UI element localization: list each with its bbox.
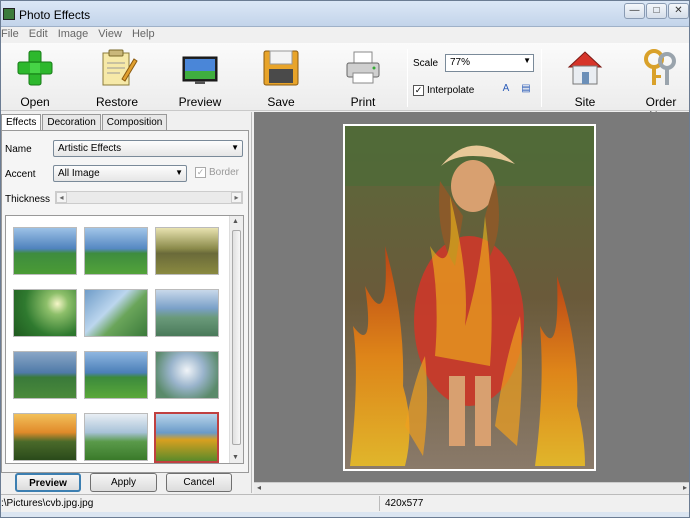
app-icon: [3, 8, 15, 20]
arrow-down-icon[interactable]: ▼: [232, 454, 239, 461]
apply-button[interactable]: Apply: [90, 473, 157, 492]
thickness-label: Thickness: [5, 194, 51, 205]
tab-strip: Effects Decoration Composition: [1, 114, 168, 131]
site-label: Site: [574, 95, 596, 109]
effect-thumbnail[interactable]: [84, 351, 148, 399]
scale-label: Scale: [413, 58, 439, 69]
edited-photo[interactable]: [345, 126, 594, 469]
window-title: Photo Effects: [19, 8, 91, 22]
left-panel: Effects Decoration Composition Name Arti…: [1, 112, 252, 493]
checkbox-disabled-icon: ✓: [195, 167, 206, 178]
restore-label: Restore: [95, 95, 139, 109]
accent-label: Accent: [5, 169, 36, 180]
tab-decoration[interactable]: Decoration: [42, 114, 101, 130]
accent-value: All Image: [58, 168, 100, 179]
keys-icon: [644, 49, 676, 85]
gallery-scrollbar[interactable]: ▲ ▼: [229, 216, 243, 463]
chevron-down-icon: ▼: [231, 143, 239, 152]
menu-bar: File Edit Image View Help: [1, 27, 689, 43]
menu-file[interactable]: File: [1, 27, 24, 43]
page-icon[interactable]: ▤: [519, 83, 533, 97]
preview-icon: [182, 56, 218, 84]
image-viewer: [254, 112, 689, 482]
checkbox-checked-icon: ✓: [413, 85, 424, 96]
arrow-up-icon[interactable]: ▲: [232, 218, 239, 225]
status-image-size: 420x577: [385, 498, 424, 509]
chevron-down-icon: ▼: [523, 56, 531, 65]
save-label: Save: [267, 95, 295, 109]
print-button[interactable]: Print: [341, 47, 385, 109]
effect-thumbnail[interactable]: [84, 289, 148, 337]
printer-icon: [346, 51, 380, 84]
floppy-icon: [263, 50, 299, 86]
thickness-slider[interactable]: ◂ ▸: [55, 191, 243, 204]
site-button[interactable]: Site: [563, 47, 607, 109]
effect-thumbnail[interactable]: [155, 227, 219, 275]
border-checkbox[interactable]: ✓ Border: [195, 167, 239, 178]
cancel-button[interactable]: Cancel: [166, 473, 232, 492]
effect-thumbnail[interactable]: [155, 289, 219, 337]
scale-value: 77%: [450, 57, 471, 68]
name-value: Artistic Effects: [58, 143, 122, 154]
print-label: Print: [350, 95, 376, 109]
effect-thumbnail[interactable]: [84, 227, 148, 275]
name-label: Name: [5, 144, 32, 155]
restore-icon: [102, 49, 138, 86]
viewer-horizontal-scrollbar[interactable]: ◂ ▸: [254, 482, 689, 494]
scroll-thumb[interactable]: [232, 230, 241, 445]
arrow-right-icon[interactable]: ▸: [231, 192, 242, 203]
border-label: Border: [209, 167, 240, 178]
plus-icon: [17, 50, 53, 86]
toolbar: Open Restore Preview Save Print Site Ord…: [1, 43, 689, 123]
save-button[interactable]: Save: [259, 47, 303, 109]
title-bar: Photo Effects — □ ✕: [1, 1, 689, 27]
effect-thumbnail[interactable]: [13, 413, 77, 461]
preview-button[interactable]: Preview: [178, 47, 222, 109]
interpolate-checkbox[interactable]: ✓ Interpolate: [413, 85, 474, 96]
app-window: Photo Effects — □ ✕ File Edit Image View…: [0, 0, 690, 518]
open-label: Open: [20, 95, 50, 109]
close-button[interactable]: ✕: [668, 3, 689, 19]
accent-dropdown[interactable]: All Image ▼: [53, 165, 187, 182]
effect-thumbnail[interactable]: [13, 351, 77, 399]
interpolate-label: Interpolate: [427, 85, 475, 96]
effects-gallery: ▲ ▼: [5, 215, 244, 464]
effect-thumbnail[interactable]: [13, 227, 77, 275]
photo-frame: [343, 124, 596, 471]
scale-dropdown[interactable]: 77% ▼: [445, 54, 534, 72]
arrow-right-icon[interactable]: ▸: [683, 483, 687, 492]
house-icon: [567, 51, 603, 85]
font-icon[interactable]: A: [499, 83, 513, 97]
menu-image[interactable]: Image: [53, 27, 94, 43]
effect-thumbnail[interactable]: [84, 413, 148, 461]
status-file-path: :\Pictures\cvb.jpg.jpg: [1, 498, 94, 509]
tab-effects[interactable]: Effects: [1, 114, 42, 131]
preview-label: Preview: [178, 95, 222, 109]
minimize-button[interactable]: —: [624, 3, 645, 19]
menu-help[interactable]: Help: [127, 27, 160, 43]
effect-thumbnail[interactable]: [13, 289, 77, 337]
effect-thumbnail-selected[interactable]: [154, 412, 219, 463]
tab-composition[interactable]: Composition: [101, 114, 168, 130]
name-dropdown[interactable]: Artistic Effects ▼: [53, 140, 243, 157]
menu-view[interactable]: View: [93, 27, 127, 43]
effect-thumbnail[interactable]: [155, 351, 219, 399]
effects-panel: Name Artistic Effects ▼ Accent All Image…: [1, 130, 249, 473]
status-bar: :\Pictures\cvb.jpg.jpg 420x577: [1, 494, 689, 512]
preview-effect-button[interactable]: Preview: [15, 473, 81, 492]
arrow-left-icon[interactable]: ◂: [56, 192, 67, 203]
open-button[interactable]: Open: [13, 47, 57, 109]
menu-edit[interactable]: Edit: [24, 27, 53, 43]
arrow-left-icon[interactable]: ◂: [257, 483, 261, 492]
restore-button[interactable]: Restore: [95, 47, 139, 109]
maximize-button[interactable]: □: [646, 3, 667, 19]
chevron-down-icon: ▼: [175, 168, 183, 177]
